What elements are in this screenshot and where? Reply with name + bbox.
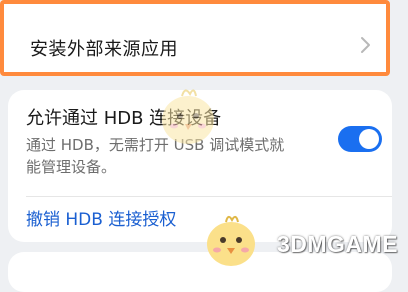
divider xyxy=(26,196,392,197)
hdb-toggle-switch[interactable] xyxy=(338,126,382,152)
toggle-knob xyxy=(359,129,379,149)
watermark-logo: 3DMGAME xyxy=(276,231,398,257)
hdb-settings-card: 允许通过 HDB 连接设备 通过 HDB，无需打开 USB 调试模式就能管理设备… xyxy=(8,90,392,242)
hdb-toggle-title: 允许通过 HDB 连接设备 xyxy=(26,108,222,129)
hdb-toggle-description: 通过 HDB，无需打开 USB 调试模式就能管理设备。 xyxy=(26,136,285,176)
install-external-apps-row[interactable]: 安装外部来源应用 xyxy=(0,0,390,76)
chevron-right-icon xyxy=(361,37,370,53)
install-external-apps-label: 安装外部来源应用 xyxy=(30,39,178,60)
next-settings-card xyxy=(8,252,392,292)
revoke-hdb-authorization-link[interactable]: 撤销 HDB 连接授权 xyxy=(26,205,176,230)
